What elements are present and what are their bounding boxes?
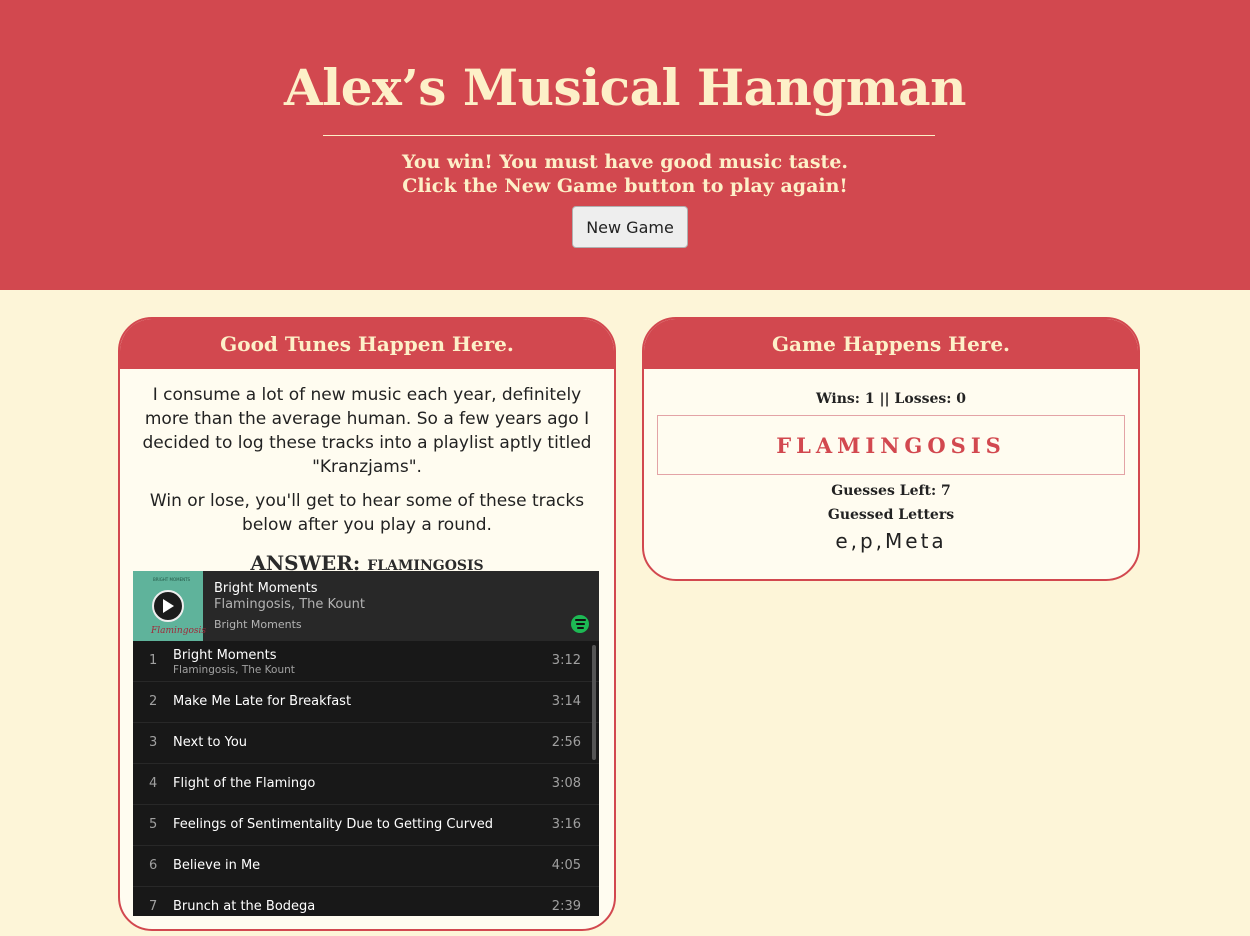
music-card-heading: Good Tunes Happen Here. xyxy=(120,319,614,369)
track-name: Next to You xyxy=(173,735,248,750)
track-number: 7 xyxy=(149,899,158,914)
intro-paragraph: I consume a lot of new music each year, … xyxy=(142,385,592,477)
guessed-letters-label: Guessed Letters xyxy=(827,507,955,523)
now-playing: BRIGHT MOMENTS Flamingosis Bright Moment… xyxy=(133,571,599,641)
header-banner: Alex’s Musical Hangman You win! You must… xyxy=(0,0,1250,290)
spotify-logo-icon[interactable] xyxy=(571,615,589,633)
track-name: Feelings of Sentimentality Due to Gettin… xyxy=(173,817,494,832)
guesses-left: Guesses Left: 7 xyxy=(831,483,951,499)
track-name: Bright Moments xyxy=(173,648,277,663)
result-message-line2: Click the New Game button to play again! xyxy=(402,175,848,197)
result-message: You win! You must have good music taste.… xyxy=(0,150,1250,198)
track-duration: 3:12 xyxy=(551,653,581,668)
track-artist: Flamingosis, The Kount xyxy=(173,664,295,676)
track-name: Flight of the Flamingo xyxy=(173,776,316,791)
track-number: 4 xyxy=(149,776,158,791)
track-name: Make Me Late for Breakfast xyxy=(173,694,352,709)
score-line: Wins: 1 || Losses: 0 xyxy=(815,391,967,407)
game-card-heading: Game Happens Here. xyxy=(644,319,1138,369)
track-duration: 2:56 xyxy=(551,735,581,750)
page-title: Alex’s Musical Hangman xyxy=(283,58,967,117)
track-number: 1 xyxy=(149,653,158,668)
track-row[interactable]: 6 Believe in Me 4:05 xyxy=(133,846,599,887)
spotify-player[interactable]: BRIGHT MOMENTS Flamingosis Bright Moment… xyxy=(133,571,599,916)
title-divider xyxy=(323,135,935,136)
track-row[interactable]: 7 Brunch at the Bodega 2:39 xyxy=(133,887,599,916)
track-row[interactable]: 3 Next to You 2:56 xyxy=(133,723,599,764)
track-row[interactable]: 5 Feelings of Sentimentality Due to Gett… xyxy=(133,805,599,846)
track-list: 1 Bright Moments Flamingosis, The Kount … xyxy=(133,641,599,916)
new-game-button[interactable]: New Game xyxy=(572,206,688,248)
track-number: 3 xyxy=(149,735,158,750)
cover-small-text: BRIGHT MOMENTS xyxy=(153,577,191,582)
track-name: Believe in Me xyxy=(173,858,261,873)
cover-script-text: Flamingosis xyxy=(151,626,206,636)
track-duration: 3:16 xyxy=(551,817,581,832)
now-playing-title[interactable]: Bright Moments xyxy=(214,581,318,596)
guessed-letters: e,p,Meta xyxy=(835,529,947,553)
track-number: 6 xyxy=(149,858,158,873)
now-playing-artist[interactable]: Flamingosis, The Kount xyxy=(214,597,365,612)
now-playing-album[interactable]: Bright Moments xyxy=(214,618,302,631)
track-name: Brunch at the Bodega xyxy=(173,899,316,914)
track-duration: 3:14 xyxy=(551,694,581,709)
track-duration: 4:05 xyxy=(551,858,581,873)
game-card: Game Happens Here. Wins: 1 || Losses: 0 … xyxy=(642,317,1140,581)
music-card: Good Tunes Happen Here. I consume a lot … xyxy=(118,317,616,931)
track-duration: 2:39 xyxy=(551,899,581,914)
result-message-line1: You win! You must have good music taste. xyxy=(401,151,849,173)
album-cover: BRIGHT MOMENTS Flamingosis xyxy=(133,571,206,641)
tracklist-scrollbar[interactable] xyxy=(592,645,596,760)
track-number: 2 xyxy=(149,694,158,709)
track-row[interactable]: 1 Bright Moments Flamingosis, The Kount … xyxy=(133,641,599,682)
play-paragraph: Win or lose, you'll get to hear some of … xyxy=(149,491,585,535)
track-number: 5 xyxy=(149,817,158,832)
hangman-word: FLAMINGOSIS xyxy=(657,415,1125,475)
play-icon[interactable] xyxy=(152,590,184,622)
track-duration: 3:08 xyxy=(551,776,581,791)
track-row[interactable]: 4 Flight of the Flamingo 3:08 xyxy=(133,764,599,805)
track-row[interactable]: 2 Make Me Late for Breakfast 3:14 xyxy=(133,682,599,723)
